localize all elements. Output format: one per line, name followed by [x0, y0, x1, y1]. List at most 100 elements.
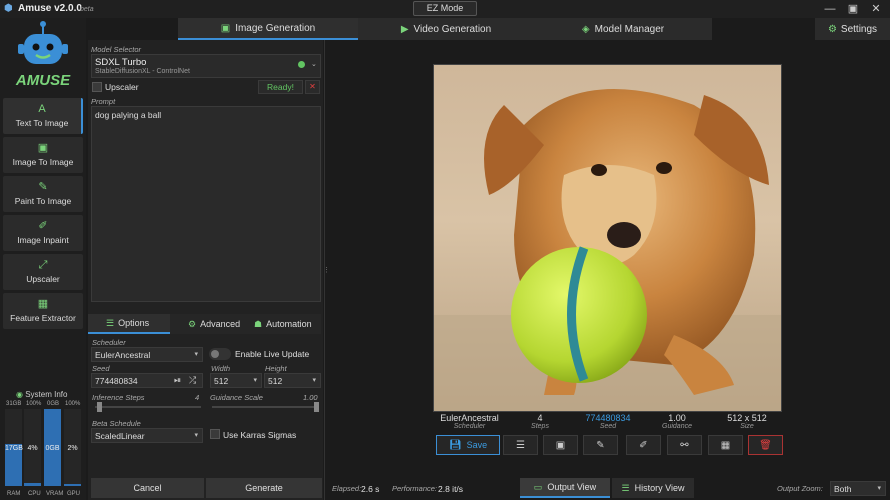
seed-value: 774480834: [95, 376, 138, 386]
generate-button[interactable]: Generate: [206, 478, 322, 498]
minimize-icon[interactable]: —: [820, 2, 840, 16]
nav-image-to-image[interactable]: ▣ Image To Image: [3, 137, 83, 173]
app-beta-badge: beta: [80, 6, 94, 13]
text-icon: A: [38, 103, 46, 115]
model-selector-label: Model Selector: [91, 45, 142, 54]
gear-icon: ⚙: [827, 23, 837, 35]
shuffle-icon[interactable]: ⤮: [189, 375, 196, 386]
beta-value: ScaledLinear: [95, 431, 145, 441]
nav-image-inpaint[interactable]: ✐ Image Inpaint: [3, 215, 83, 251]
vram-cap: 0GB: [47, 401, 60, 407]
splitter-handle-icon[interactable]: ⋮: [323, 266, 330, 274]
chevron-down-icon: ⌄: [311, 61, 317, 68]
output-zoom-value: Both: [834, 484, 852, 494]
send-to-extractor-button[interactable]: ▦: [708, 435, 743, 455]
unload-model-button[interactable]: ✕: [305, 80, 320, 94]
close-icon[interactable]: ✕: [866, 2, 886, 16]
save-icon: 💾︎: [448, 439, 462, 451]
expand-icon: ⤢: [38, 259, 48, 271]
subtab-advanced[interactable]: ⚙ Advanced: [170, 314, 246, 334]
prompt-input[interactable]: dog palying a ball: [91, 106, 321, 302]
scheduler-select[interactable]: EulerAncestral ▾: [91, 347, 203, 362]
list-icon: ☰: [516, 439, 525, 451]
subtab-automation[interactable]: ☗ Automation: [246, 314, 321, 334]
performance-label: Performance:: [392, 484, 438, 493]
link-icon: ⚯: [680, 439, 689, 451]
model-selector[interactable]: SDXL Turbo StableDiffusionXL - ControlNe…: [91, 54, 321, 78]
meta-steps-value: 4: [537, 413, 543, 423]
beta-schedule-select[interactable]: ScaledLinear ▾: [91, 428, 203, 443]
brush-icon: ✎: [38, 181, 48, 193]
nav-label: Paint To Image: [14, 196, 72, 206]
tab-video-generation[interactable]: ▶ Video Generation: [358, 18, 534, 40]
width-select[interactable]: 512 ▾: [210, 373, 262, 388]
cpu-label: CPU: [28, 491, 41, 497]
cancel-button[interactable]: Cancel: [91, 478, 204, 498]
history-view-button[interactable]: ☰ History View: [612, 478, 694, 498]
nav-feature-extractor[interactable]: ▦ Feature Extractor: [3, 293, 83, 329]
tab-image-generation[interactable]: ▣ Image Generation: [178, 18, 358, 40]
step-icon[interactable]: ⏯: [174, 375, 181, 386]
steps-slider-thumb[interactable]: [97, 402, 103, 412]
tab-label: Video Generation: [413, 23, 492, 35]
output-zoom-select[interactable]: Both ▾: [830, 481, 886, 496]
performance-value: 2.8 it/s: [438, 484, 464, 494]
settings-button[interactable]: ⚙ Settings: [815, 18, 890, 40]
tab-label: Model Manager: [594, 23, 665, 35]
image-icon: ▣: [555, 439, 566, 451]
delete-button[interactable]: 🗑︎: [748, 435, 783, 455]
upscaler-checkbox[interactable]: [92, 82, 102, 92]
app-icon: ⬢: [4, 3, 13, 14]
copy-prompt-button[interactable]: ☰: [503, 435, 538, 455]
vram-value: 0GB: [45, 445, 60, 452]
vram-label: VRAM: [46, 491, 64, 497]
app-title: Amuse v2.0.0: [18, 3, 82, 14]
result-image[interactable]: [433, 64, 782, 412]
chevron-down-icon: ▾: [253, 377, 257, 384]
height-label: Height: [265, 364, 287, 373]
extract-icon: ▦: [37, 298, 49, 310]
meta-steps-label: Steps: [531, 423, 549, 430]
meta-seed-value[interactable]: 774480834: [578, 413, 638, 423]
send-to-image-button[interactable]: ▣: [543, 435, 578, 455]
guidance-slider-thumb[interactable]: [314, 402, 319, 412]
send-to-paint-button[interactable]: ✎: [583, 435, 618, 455]
save-button[interactable]: 💾︎ Save: [436, 435, 500, 455]
dog-with-ball-image: [434, 65, 781, 411]
karras-checkbox[interactable]: [210, 429, 220, 439]
ez-mode-button[interactable]: EZ Mode: [413, 1, 477, 16]
nav-upscaler[interactable]: ⤢ Upscaler: [3, 254, 83, 290]
chevron-down-icon: ▾: [312, 377, 316, 384]
gpu-cap: 100%: [65, 401, 81, 407]
steps-value: 4: [195, 393, 200, 402]
nav-paint-to-image[interactable]: ✎ Paint To Image: [3, 176, 83, 212]
output-view-button[interactable]: ▭ Output View: [520, 478, 610, 498]
send-to-upscaler-button[interactable]: ⚯: [667, 435, 702, 455]
amuse-logo: AMUSE: [12, 20, 74, 92]
tab-label: Image Generation: [235, 22, 316, 34]
meta-guidance-value: 1.00: [668, 413, 686, 423]
monitor-icon: ▭: [533, 481, 543, 492]
seed-input[interactable]: 774480834 ⏯ ⤮: [91, 373, 203, 388]
maximize-icon[interactable]: ▣: [843, 2, 863, 16]
inpaint-icon: ✐: [38, 220, 48, 232]
cpu-cap: 100%: [26, 401, 42, 407]
sysinfo-title: ◉ System Info: [16, 390, 67, 399]
seed-label: Seed: [92, 364, 110, 373]
beta-label: Beta Schedule: [92, 419, 141, 428]
meta-seed-label: Seed: [599, 423, 617, 430]
guidance-slider[interactable]: [212, 402, 319, 412]
height-select[interactable]: 512 ▾: [264, 373, 321, 388]
karras-label: Use Karras Sigmas: [223, 430, 297, 440]
scheduler-label: Scheduler: [92, 338, 126, 347]
steps-slider[interactable]: [95, 402, 201, 412]
meta-scheduler-label: Scheduler: [453, 423, 486, 430]
nav-text-to-image[interactable]: A Text To Image: [3, 98, 83, 134]
send-to-inpaint-button[interactable]: ✐: [626, 435, 661, 455]
subtab-options[interactable]: ☰ Options: [88, 314, 170, 334]
chevron-down-icon: ▾: [194, 432, 198, 439]
ram-cap: 31GB: [6, 401, 22, 407]
tab-model-manager[interactable]: ◈ Model Manager: [534, 18, 712, 40]
guidance-value: 1.00: [303, 393, 318, 402]
live-update-toggle[interactable]: [209, 348, 231, 360]
